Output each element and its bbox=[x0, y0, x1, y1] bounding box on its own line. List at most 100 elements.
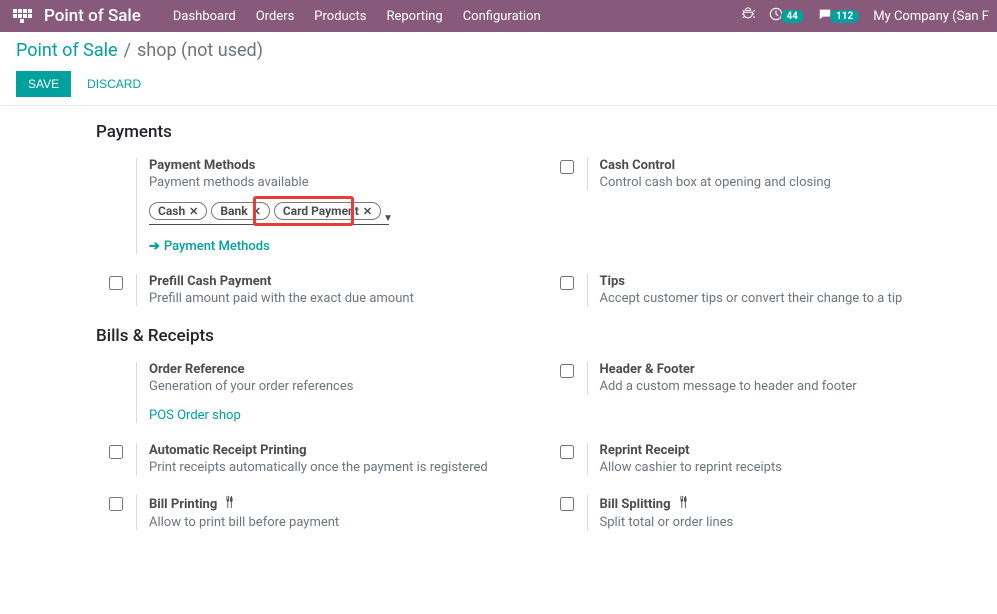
col-tips: Tips Accept customer tips or convert the… bbox=[547, 274, 997, 306]
orderref-content: Order Reference Generation of your order… bbox=[136, 362, 547, 423]
autoprint-label: Automatic Receipt Printing bbox=[149, 443, 547, 458]
breadcrumb-current: shop (not used) bbox=[137, 40, 263, 61]
save-button[interactable]: SAVE bbox=[16, 71, 71, 97]
tag-cash: Cash ✕ bbox=[149, 202, 207, 220]
breadcrumb-sep: / bbox=[124, 40, 131, 61]
orderref-label: Order Reference bbox=[149, 362, 547, 377]
col-prefill: Prefill Cash Payment Prefill amount paid… bbox=[96, 274, 547, 306]
messages-badge: 112 bbox=[830, 10, 859, 23]
tips-checkbox[interactable] bbox=[560, 276, 574, 290]
col-billsplit: Bill Splitting Split total or order line… bbox=[547, 495, 997, 530]
billsplit-content: Bill Splitting Split total or order line… bbox=[587, 495, 997, 530]
tips-content: Tips Accept customer tips or convert the… bbox=[587, 274, 997, 306]
tag-cash-label: Cash bbox=[158, 204, 185, 218]
row-billprint-billsplit: Bill Printing Allow to print bill before… bbox=[96, 495, 997, 530]
autoprint-desc: Print receipts automatically once the pa… bbox=[149, 460, 547, 475]
payment-methods-link-label: Payment Methods bbox=[164, 239, 270, 254]
activity-badge: 44 bbox=[781, 10, 804, 23]
billprint-checkbox[interactable] bbox=[109, 497, 123, 511]
tag-card-remove-icon[interactable]: ✕ bbox=[363, 205, 372, 218]
col-headerfooter: Header & Footer Add a custom message to … bbox=[547, 362, 997, 423]
bug-icon[interactable] bbox=[741, 7, 755, 25]
row-autoprint-reprint: Automatic Receipt Printing Print receipt… bbox=[96, 443, 997, 475]
headerfooter-desc: Add a custom message to header and foote… bbox=[600, 379, 997, 394]
cash-control-checkbox[interactable] bbox=[560, 160, 574, 174]
nav-configuration[interactable]: Configuration bbox=[463, 9, 541, 24]
tag-card-label: Card Payment bbox=[283, 204, 359, 218]
checkbox-slot-empty-2 bbox=[96, 362, 136, 364]
col-billprint: Bill Printing Allow to print bill before… bbox=[96, 495, 547, 530]
prefill-checkbox[interactable] bbox=[109, 276, 123, 290]
action-buttons: SAVE DISCARD bbox=[16, 71, 981, 105]
nav-dashboard[interactable]: Dashboard bbox=[173, 9, 236, 24]
checkbox-headerfooter bbox=[547, 362, 587, 378]
breadcrumb: Point of Sale / shop (not used) bbox=[16, 40, 981, 61]
nav-orders[interactable]: Orders bbox=[256, 9, 295, 24]
payment-methods-content: Payment Methods Payment methods availabl… bbox=[136, 158, 547, 254]
billsplit-label-text: Bill Splitting bbox=[600, 497, 671, 512]
form-body: Payments Payment Methods Payment methods… bbox=[0, 106, 997, 566]
checkbox-prefill bbox=[96, 274, 136, 290]
col-reprint: Reprint Receipt Allow cashier to reprint… bbox=[547, 443, 997, 475]
row-payment-methods: Payment Methods Payment methods availabl… bbox=[96, 158, 997, 254]
billsplit-desc: Split total or order lines bbox=[600, 515, 997, 530]
control-bar: Point of Sale / shop (not used) SAVE DIS… bbox=[0, 32, 997, 106]
nav-products[interactable]: Products bbox=[314, 9, 366, 24]
messages-indicator[interactable]: 112 bbox=[818, 7, 859, 25]
apps-icon[interactable] bbox=[12, 6, 32, 26]
headerfooter-content: Header & Footer Add a custom message to … bbox=[587, 362, 997, 394]
tag-cash-remove-icon[interactable]: ✕ bbox=[189, 205, 198, 218]
autoprint-checkbox[interactable] bbox=[109, 445, 123, 459]
billsplit-label: Bill Splitting bbox=[600, 495, 997, 513]
reprint-checkbox[interactable] bbox=[560, 445, 574, 459]
row-prefill-tips: Prefill Cash Payment Prefill amount paid… bbox=[96, 274, 997, 306]
checkbox-billprint bbox=[96, 495, 136, 511]
payment-methods-tags[interactable]: Cash ✕ Bank ✕ Card Payment ✕ ▼ bbox=[149, 202, 389, 225]
checkbox-billsplit bbox=[547, 495, 587, 511]
nav-right: 44 112 My Company (San F bbox=[741, 7, 989, 25]
tag-card-payment: Card Payment ✕ bbox=[274, 202, 381, 220]
checkbox-reprint bbox=[547, 443, 587, 459]
checkbox-slot-empty bbox=[96, 158, 136, 160]
col-autoprint: Automatic Receipt Printing Print receipt… bbox=[96, 443, 547, 475]
tips-desc: Accept customer tips or convert their ch… bbox=[600, 291, 997, 306]
cash-control-content: Cash Control Control cash box at opening… bbox=[587, 158, 997, 190]
col-payment-methods: Payment Methods Payment methods availabl… bbox=[96, 158, 547, 254]
arrow-right-icon: ➔ bbox=[149, 239, 160, 254]
section-bills-title: Bills & Receipts bbox=[96, 326, 997, 346]
prefill-desc: Prefill amount paid with the exact due a… bbox=[149, 291, 547, 306]
orderref-desc: Generation of your order references bbox=[149, 379, 547, 394]
company-selector[interactable]: My Company (San F bbox=[873, 9, 989, 24]
billprint-label-text: Bill Printing bbox=[149, 497, 217, 512]
reprint-label: Reprint Receipt bbox=[600, 443, 997, 458]
autoprint-content: Automatic Receipt Printing Print receipt… bbox=[136, 443, 547, 475]
col-orderref: Order Reference Generation of your order… bbox=[96, 362, 547, 423]
brand-title: Point of Sale bbox=[44, 6, 141, 26]
nav-reporting[interactable]: Reporting bbox=[386, 9, 442, 24]
cash-control-label: Cash Control bbox=[600, 158, 997, 173]
cash-control-desc: Control cash box at opening and closing bbox=[600, 175, 997, 190]
reprint-desc: Allow cashier to reprint receipts bbox=[600, 460, 997, 475]
payment-methods-desc: Payment methods available bbox=[149, 175, 547, 190]
col-cash-control: Cash Control Control cash box at opening… bbox=[547, 158, 997, 254]
billsplit-checkbox[interactable] bbox=[560, 497, 574, 511]
activity-indicator[interactable]: 44 bbox=[769, 7, 804, 25]
prefill-content: Prefill Cash Payment Prefill amount paid… bbox=[136, 274, 547, 306]
headerfooter-checkbox[interactable] bbox=[560, 364, 574, 378]
tag-bank-label: Bank bbox=[220, 204, 247, 218]
discard-button[interactable]: DISCARD bbox=[83, 71, 145, 97]
dropdown-caret-icon[interactable]: ▼ bbox=[383, 213, 393, 224]
nav-menu: Dashboard Orders Products Reporting Conf… bbox=[173, 9, 541, 24]
checkbox-autoprint bbox=[96, 443, 136, 459]
payment-methods-link[interactable]: ➔ Payment Methods bbox=[149, 239, 547, 254]
billprint-label: Bill Printing bbox=[149, 495, 547, 513]
headerfooter-label: Header & Footer bbox=[600, 362, 997, 377]
top-nav: Point of Sale Dashboard Orders Products … bbox=[0, 0, 997, 32]
tag-bank-remove-icon[interactable]: ✕ bbox=[252, 205, 261, 218]
breadcrumb-root[interactable]: Point of Sale bbox=[16, 40, 118, 61]
cutlery-icon-2 bbox=[677, 495, 691, 513]
billprint-desc: Allow to print bill before payment bbox=[149, 515, 547, 530]
billprint-content: Bill Printing Allow to print bill before… bbox=[136, 495, 547, 530]
tips-label: Tips bbox=[600, 274, 997, 289]
orderref-link[interactable]: POS Order shop bbox=[149, 408, 547, 423]
